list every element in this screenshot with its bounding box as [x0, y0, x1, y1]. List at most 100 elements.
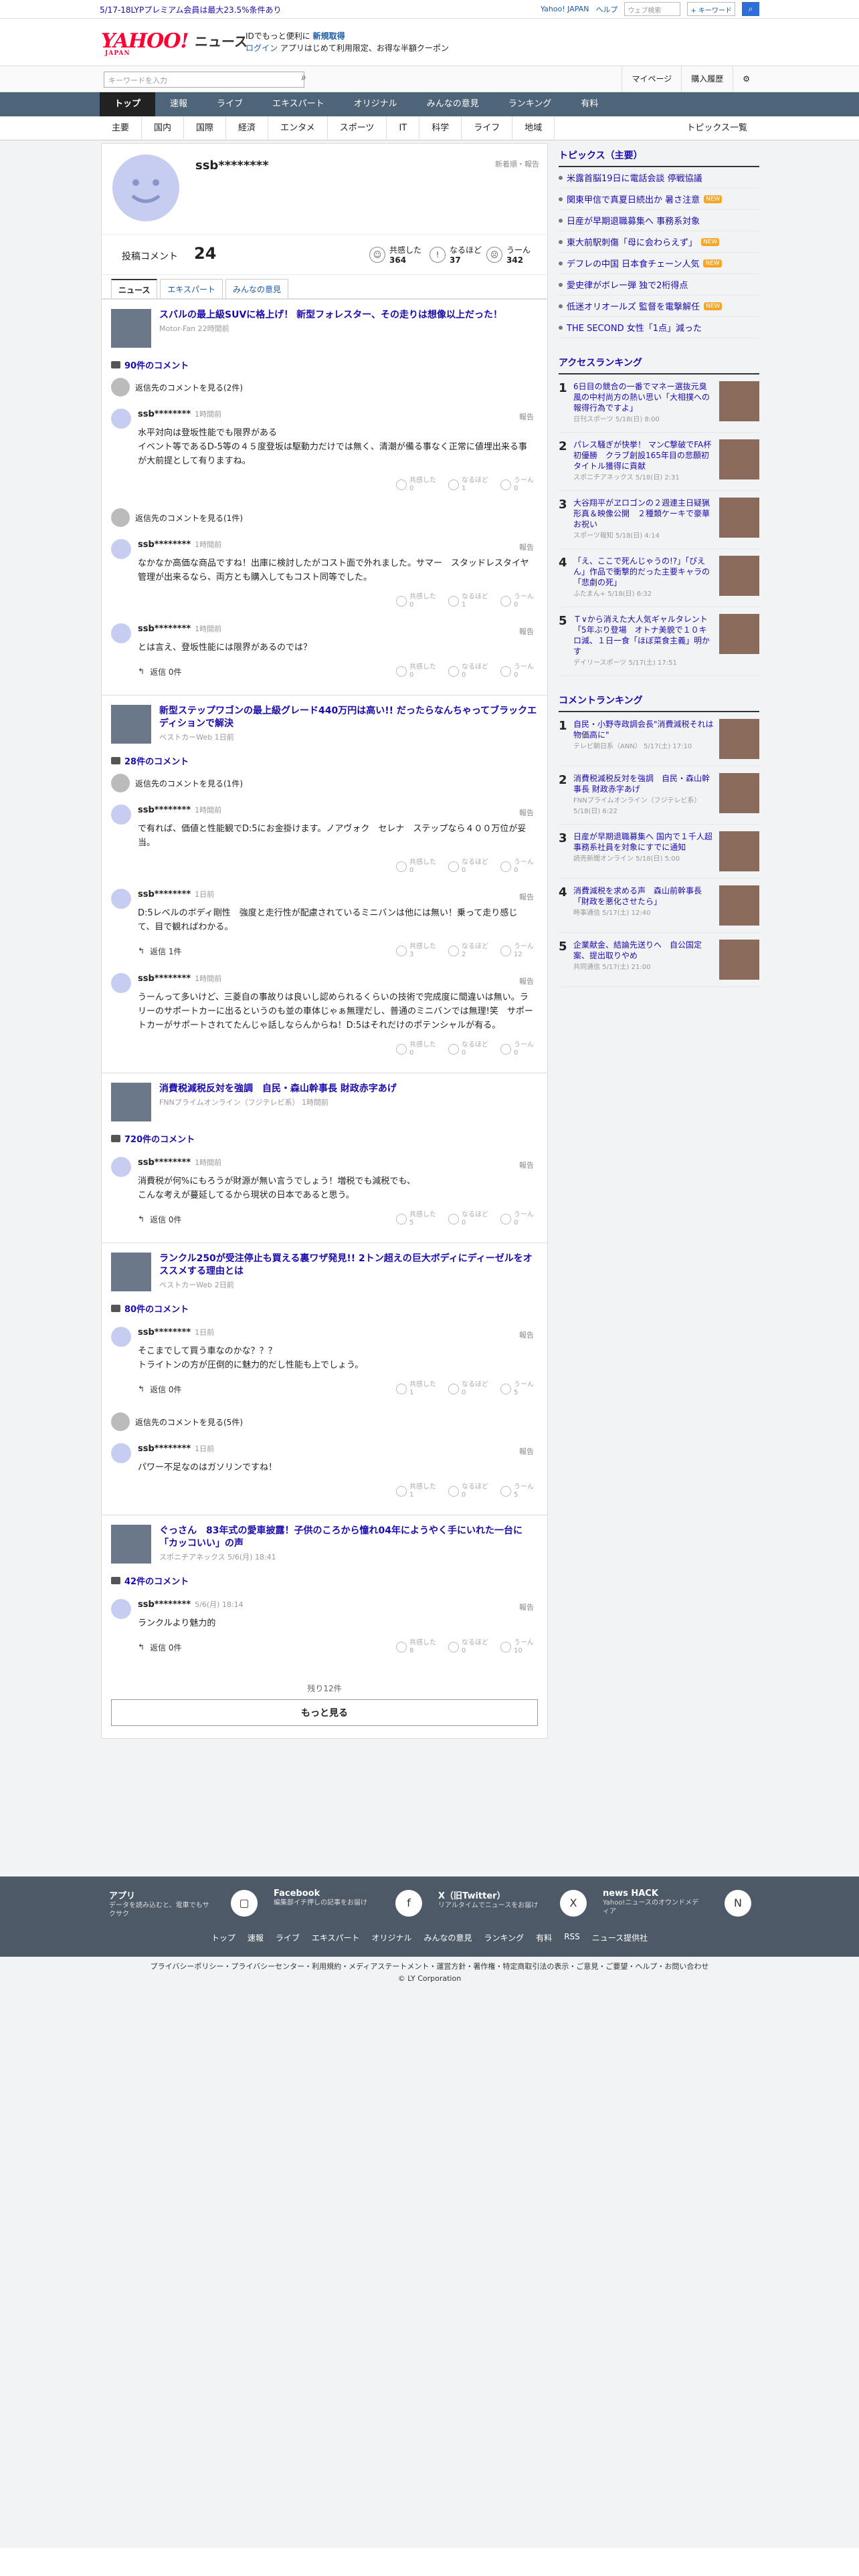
subnav-item[interactable]: IT [387, 116, 420, 140]
footer-link[interactable]: オリジナル [372, 1932, 412, 1943]
yahoo-logo[interactable]: YAHOO! JAPAN [101, 29, 189, 57]
purchase-history-link[interactable]: 購入履歴 [681, 66, 733, 92]
report-link[interactable]: 報告 [519, 891, 534, 902]
footer-link[interactable]: エキスパート [312, 1932, 360, 1943]
vote-button[interactable]: 共感した 8 [396, 1639, 436, 1655]
vote-button[interactable]: なるほど 0 [448, 1381, 488, 1397]
footer-link[interactable]: ランキング [484, 1932, 524, 1943]
footer-link[interactable]: 有料 [536, 1932, 552, 1943]
topic-item[interactable]: 関東甲信で真夏日続出か 暑さ注意 NEW [559, 189, 759, 210]
topic-item[interactable]: 米露首脳19日に電話会談 停戦協議 [559, 167, 759, 189]
report-link[interactable]: 報告 [519, 1446, 534, 1457]
reply-button[interactable]: ↰ 返信 0件 [138, 1214, 182, 1225]
comment-user[interactable]: ssb******** 5/6(月) 18:14 [138, 1599, 534, 1610]
vote-button[interactable]: 共感した 1 [396, 1381, 436, 1397]
parent-comment-link[interactable]: 返信先のコメントを見る(1件) [111, 508, 538, 527]
report-link[interactable]: 報告 [519, 542, 534, 552]
vote-button[interactable]: 共感した 0 [396, 477, 436, 493]
subnav-item[interactable]: 地域 [512, 116, 555, 140]
help-link[interactable]: ヘルプ [595, 4, 617, 15]
vote-button[interactable]: うーん 0 [500, 859, 534, 875]
vote-button[interactable]: 共感した 0 [396, 663, 436, 679]
vote-button[interactable]: なるほど 1 [448, 477, 488, 493]
article-thumbnail[interactable] [111, 1253, 151, 1291]
vote-button[interactable]: うーん 0 [500, 593, 534, 609]
article-thumbnail[interactable] [111, 1525, 151, 1564]
footer-link[interactable]: RSS [564, 1932, 580, 1943]
report-link[interactable]: 報告 [519, 807, 534, 818]
footer-link[interactable]: 速報 [248, 1932, 264, 1943]
parent-comment-link[interactable]: 返信先のコメントを見る(2件) [111, 378, 538, 397]
tab-expert[interactable]: エキスパート [160, 279, 223, 298]
comment-count-link[interactable]: 720件のコメント [111, 1132, 538, 1145]
reply-button[interactable]: ↰ 返信 0件 [138, 1384, 182, 1395]
tab-opinion[interactable]: みんなの意見 [225, 279, 289, 298]
all-topics-link[interactable]: トピックス一覧 [674, 116, 759, 140]
report-link[interactable]: 報告 [519, 1602, 534, 1612]
footer-item[interactable]: Facebook 編集部イチ押しの記事をお届け f [264, 1889, 429, 1919]
nav-tab[interactable]: エキスパート [258, 92, 339, 116]
nav-tab[interactable]: 速報 [155, 92, 202, 116]
comment-count-link[interactable]: 42件のコメント [111, 1574, 538, 1587]
footer-link[interactable]: トップ [211, 1932, 235, 1943]
yahoo-japan-link[interactable]: Yahoo! JAPAN [541, 5, 589, 13]
sort-report-link[interactable]: 新着順・報告 [495, 158, 539, 169]
vote-button[interactable]: うーん 0 [500, 1211, 534, 1227]
vote-button[interactable]: なるほど 0 [448, 1639, 488, 1655]
footer-link[interactable]: ニュース提供社 [592, 1932, 648, 1943]
vote-button[interactable]: 共感した 5 [396, 1211, 436, 1227]
parent-comment-link[interactable]: 返信先のコメントを見る(5件) [111, 1412, 538, 1431]
coupon-link[interactable]: アプリはじめて利用限定、お得な半額クーポン [280, 43, 449, 53]
news-search-input[interactable]: キーワードを入力 [104, 72, 304, 88]
vote-button[interactable]: なるほど 0 [448, 859, 488, 875]
footer-link[interactable]: ライブ [276, 1932, 300, 1943]
web-search-button[interactable]: ⌕ [742, 2, 759, 16]
reply-button[interactable]: ↰ 返信 0件 [138, 1642, 182, 1653]
news-section-label[interactable]: ニュース [195, 31, 248, 50]
comment-rank-item[interactable]: 5 企業献金、結論先送りへ 自公国定案、提出取りやめ 共同通信 5/17(土) 21… [559, 933, 759, 987]
comment-rank-item[interactable]: 1 自民・小野寺政調会長"消費減税それは物価高に" テレビ朝日系（ANN） 5/17… [559, 712, 759, 766]
article-title[interactable]: ランクル250が受注停止も買える裏ワザ発見!! 2トン超えの巨大ボディにディーゼ… [159, 1253, 538, 1278]
subnav-item[interactable]: 経済 [226, 116, 269, 140]
load-more-button[interactable]: もっと見る [111, 1699, 538, 1726]
vote-button[interactable]: うーん 10 [500, 1639, 534, 1655]
vote-button[interactable]: なるほど 0 [448, 1483, 488, 1499]
gear-icon[interactable]: ⚙ [733, 66, 759, 92]
topic-item[interactable]: 低迷オリオールズ 監督を電撃解任 NEW [559, 296, 759, 317]
vote-button[interactable]: 共感した 1 [396, 1483, 436, 1499]
article-title[interactable]: 新型ステップワゴンの最上級グレード440万円は高い!! だったらなんちゃってブラ… [159, 705, 538, 730]
comment-count-link[interactable]: 80件のコメント [111, 1302, 538, 1315]
vote-button[interactable]: うーん 5 [500, 1381, 534, 1397]
comment-rank-item[interactable]: 4 消費減税を求める声 森山前幹事長「財政を悪化させたら」 時事通信 5/17(土)… [559, 879, 759, 933]
topic-item[interactable]: デフレの中国 日本食チェーン人気 NEW [559, 253, 759, 274]
topic-item[interactable]: 東大前駅刺傷「母に会わらえず」 NEW [559, 231, 759, 253]
subnav-item[interactable]: エンタメ [268, 116, 328, 140]
reply-button[interactable]: ↰ 返信 1件 [138, 946, 182, 957]
subnav-item[interactable]: 国内 [142, 116, 185, 140]
mypage-link[interactable]: マイページ [622, 66, 681, 92]
nav-tab[interactable]: オリジナル [339, 92, 412, 116]
access-rank-item[interactable]: 2 パレス騒ぎが快挙！ マンC撃破でFA杯初優勝 クラブ創設165年目の悲願初タイ… [559, 433, 759, 491]
vote-button[interactable]: なるほど 0 [448, 1041, 488, 1057]
legal-text[interactable]: プライバシーポリシー・プライバシーセンター・利用規約・メディアステートメント・運… [0, 1961, 859, 1973]
comment-count-link[interactable]: 90件のコメント [111, 358, 538, 371]
topic-item[interactable]: 愛史律がボレー弾 独で2桁得点 [559, 274, 759, 296]
search-scope-select[interactable]: + キーワード [687, 2, 735, 16]
web-search-input[interactable]: ウェブ検索 [624, 2, 681, 16]
comment-user[interactable]: ssb******** 1日前 [138, 889, 534, 899]
search-icon[interactable]: ⌕ [295, 72, 312, 87]
nav-tab[interactable]: ライブ [202, 92, 258, 116]
vote-button[interactable]: なるほど 1 [448, 593, 488, 609]
login-link[interactable]: ログイン [246, 43, 278, 53]
report-link[interactable]: 報告 [519, 976, 534, 986]
nav-tab[interactable]: ランキング [494, 92, 567, 116]
comment-user[interactable]: ssb******** 1日前 [138, 1327, 534, 1337]
vote-button[interactable]: なるほど 2 [448, 943, 488, 959]
comment-rank-item[interactable]: 3 日産が早期退職募集へ 国内で１千人超 事務系社員を対象にすでに通知 読売新聞オン… [559, 825, 759, 879]
vote-button[interactable]: 共感した 0 [396, 859, 436, 875]
vote-button[interactable]: うーん 0 [500, 1041, 534, 1057]
vote-button[interactable]: 共感した 0 [396, 1041, 436, 1057]
parent-comment-link[interactable]: 返信先のコメントを見る(1件) [111, 774, 538, 792]
article-title[interactable]: スバルの最上級SUVに格上げ！ 新型フォレスター、その走りは想像以上だった！ [159, 309, 502, 322]
nav-tab[interactable]: 有料 [566, 92, 613, 116]
